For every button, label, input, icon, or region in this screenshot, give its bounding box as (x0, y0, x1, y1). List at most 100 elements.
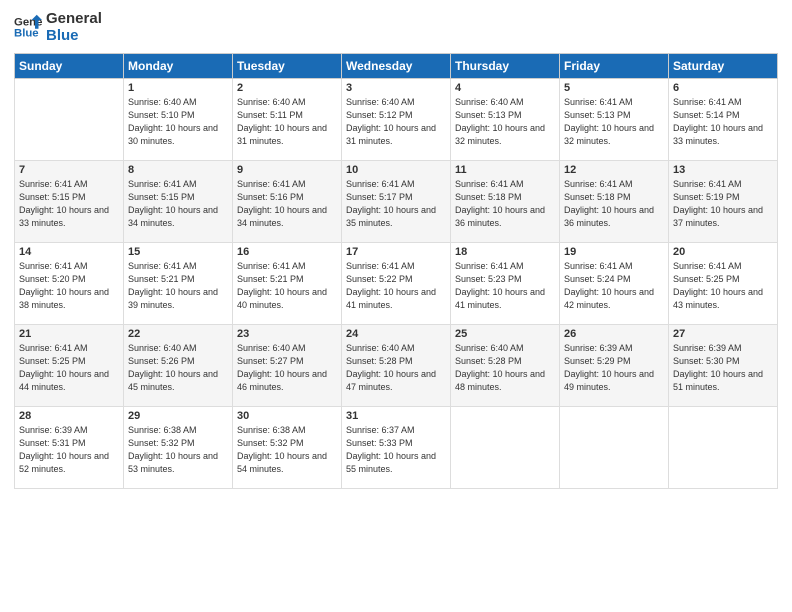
cell-1-5: 12 Sunrise: 6:41 AM Sunset: 5:18 PM Dayl… (560, 160, 669, 242)
col-tuesday: Tuesday (233, 53, 342, 78)
day-number: 11 (455, 164, 555, 176)
cell-0-5: 5 Sunrise: 6:41 AM Sunset: 5:13 PM Dayli… (560, 78, 669, 160)
cell-4-6 (669, 406, 778, 488)
cell-3-5: 26 Sunrise: 6:39 AM Sunset: 5:29 PM Dayl… (560, 324, 669, 406)
col-thursday: Thursday (451, 53, 560, 78)
day-info: Sunrise: 6:38 AM Sunset: 5:32 PM Dayligh… (128, 424, 228, 476)
col-saturday: Saturday (669, 53, 778, 78)
main-container: General Blue General Blue Sunday Monday … (0, 0, 792, 497)
svg-text:Blue: Blue (14, 28, 39, 40)
header: General Blue General Blue (14, 10, 778, 45)
cell-1-3: 10 Sunrise: 6:41 AM Sunset: 5:17 PM Dayl… (342, 160, 451, 242)
cell-0-6: 6 Sunrise: 6:41 AM Sunset: 5:14 PM Dayli… (669, 78, 778, 160)
day-info: Sunrise: 6:37 AM Sunset: 5:33 PM Dayligh… (346, 424, 446, 476)
cell-4-2: 30 Sunrise: 6:38 AM Sunset: 5:32 PM Dayl… (233, 406, 342, 488)
day-number: 17 (346, 246, 446, 258)
cell-4-0: 28 Sunrise: 6:39 AM Sunset: 5:31 PM Dayl… (15, 406, 124, 488)
day-number: 25 (455, 328, 555, 340)
day-number: 22 (128, 328, 228, 340)
cell-4-5 (560, 406, 669, 488)
day-info: Sunrise: 6:39 AM Sunset: 5:31 PM Dayligh… (19, 424, 119, 476)
logo-blue: Blue (46, 27, 102, 44)
cell-3-1: 22 Sunrise: 6:40 AM Sunset: 5:26 PM Dayl… (124, 324, 233, 406)
cell-1-4: 11 Sunrise: 6:41 AM Sunset: 5:18 PM Dayl… (451, 160, 560, 242)
day-number: 6 (673, 82, 773, 94)
day-number: 29 (128, 410, 228, 422)
cell-0-1: 1 Sunrise: 6:40 AM Sunset: 5:10 PM Dayli… (124, 78, 233, 160)
day-number: 1 (128, 82, 228, 94)
week-row-0: 1 Sunrise: 6:40 AM Sunset: 5:10 PM Dayli… (15, 78, 778, 160)
day-number: 16 (237, 246, 337, 258)
day-number: 21 (19, 328, 119, 340)
cell-2-6: 20 Sunrise: 6:41 AM Sunset: 5:25 PM Dayl… (669, 242, 778, 324)
cell-0-3: 3 Sunrise: 6:40 AM Sunset: 5:12 PM Dayli… (342, 78, 451, 160)
day-number: 13 (673, 164, 773, 176)
day-number: 18 (455, 246, 555, 258)
cell-1-1: 8 Sunrise: 6:41 AM Sunset: 5:15 PM Dayli… (124, 160, 233, 242)
logo-general: General (46, 10, 102, 27)
cell-1-2: 9 Sunrise: 6:41 AM Sunset: 5:16 PM Dayli… (233, 160, 342, 242)
day-info: Sunrise: 6:41 AM Sunset: 5:22 PM Dayligh… (346, 260, 446, 312)
day-number: 27 (673, 328, 773, 340)
cell-3-4: 25 Sunrise: 6:40 AM Sunset: 5:28 PM Dayl… (451, 324, 560, 406)
col-monday: Monday (124, 53, 233, 78)
cell-0-0 (15, 78, 124, 160)
calendar-body: 1 Sunrise: 6:40 AM Sunset: 5:10 PM Dayli… (15, 78, 778, 488)
day-info: Sunrise: 6:41 AM Sunset: 5:13 PM Dayligh… (564, 96, 664, 148)
day-info: Sunrise: 6:40 AM Sunset: 5:28 PM Dayligh… (455, 342, 555, 394)
cell-2-0: 14 Sunrise: 6:41 AM Sunset: 5:20 PM Dayl… (15, 242, 124, 324)
cell-3-6: 27 Sunrise: 6:39 AM Sunset: 5:30 PM Dayl… (669, 324, 778, 406)
cell-3-3: 24 Sunrise: 6:40 AM Sunset: 5:28 PM Dayl… (342, 324, 451, 406)
header-row: Sunday Monday Tuesday Wednesday Thursday… (15, 53, 778, 78)
day-info: Sunrise: 6:41 AM Sunset: 5:15 PM Dayligh… (19, 178, 119, 230)
week-row-1: 7 Sunrise: 6:41 AM Sunset: 5:15 PM Dayli… (15, 160, 778, 242)
day-info: Sunrise: 6:41 AM Sunset: 5:14 PM Dayligh… (673, 96, 773, 148)
logo: General Blue General Blue (14, 10, 102, 45)
day-info: Sunrise: 6:41 AM Sunset: 5:25 PM Dayligh… (673, 260, 773, 312)
day-info: Sunrise: 6:40 AM Sunset: 5:10 PM Dayligh… (128, 96, 228, 148)
day-info: Sunrise: 6:41 AM Sunset: 5:21 PM Dayligh… (128, 260, 228, 312)
day-number: 23 (237, 328, 337, 340)
cell-0-4: 4 Sunrise: 6:40 AM Sunset: 5:13 PM Dayli… (451, 78, 560, 160)
day-info: Sunrise: 6:40 AM Sunset: 5:28 PM Dayligh… (346, 342, 446, 394)
calendar-table: Sunday Monday Tuesday Wednesday Thursday… (14, 53, 778, 489)
day-number: 31 (346, 410, 446, 422)
day-info: Sunrise: 6:41 AM Sunset: 5:24 PM Dayligh… (564, 260, 664, 312)
day-number: 30 (237, 410, 337, 422)
col-friday: Friday (560, 53, 669, 78)
day-number: 3 (346, 82, 446, 94)
week-row-2: 14 Sunrise: 6:41 AM Sunset: 5:20 PM Dayl… (15, 242, 778, 324)
day-number: 28 (19, 410, 119, 422)
day-number: 15 (128, 246, 228, 258)
cell-2-3: 17 Sunrise: 6:41 AM Sunset: 5:22 PM Dayl… (342, 242, 451, 324)
col-wednesday: Wednesday (342, 53, 451, 78)
day-number: 14 (19, 246, 119, 258)
cell-2-5: 19 Sunrise: 6:41 AM Sunset: 5:24 PM Dayl… (560, 242, 669, 324)
day-info: Sunrise: 6:41 AM Sunset: 5:19 PM Dayligh… (673, 178, 773, 230)
cell-4-1: 29 Sunrise: 6:38 AM Sunset: 5:32 PM Dayl… (124, 406, 233, 488)
week-row-3: 21 Sunrise: 6:41 AM Sunset: 5:25 PM Dayl… (15, 324, 778, 406)
cell-2-2: 16 Sunrise: 6:41 AM Sunset: 5:21 PM Dayl… (233, 242, 342, 324)
day-info: Sunrise: 6:40 AM Sunset: 5:26 PM Dayligh… (128, 342, 228, 394)
day-info: Sunrise: 6:41 AM Sunset: 5:18 PM Dayligh… (455, 178, 555, 230)
cell-3-2: 23 Sunrise: 6:40 AM Sunset: 5:27 PM Dayl… (233, 324, 342, 406)
cell-2-4: 18 Sunrise: 6:41 AM Sunset: 5:23 PM Dayl… (451, 242, 560, 324)
day-number: 26 (564, 328, 664, 340)
cell-1-0: 7 Sunrise: 6:41 AM Sunset: 5:15 PM Dayli… (15, 160, 124, 242)
logo-icon: General Blue (14, 13, 42, 41)
day-info: Sunrise: 6:41 AM Sunset: 5:25 PM Dayligh… (19, 342, 119, 394)
day-number: 19 (564, 246, 664, 258)
day-number: 20 (673, 246, 773, 258)
cell-2-1: 15 Sunrise: 6:41 AM Sunset: 5:21 PM Dayl… (124, 242, 233, 324)
day-info: Sunrise: 6:41 AM Sunset: 5:18 PM Dayligh… (564, 178, 664, 230)
cell-3-0: 21 Sunrise: 6:41 AM Sunset: 5:25 PM Dayl… (15, 324, 124, 406)
cell-0-2: 2 Sunrise: 6:40 AM Sunset: 5:11 PM Dayli… (233, 78, 342, 160)
day-number: 7 (19, 164, 119, 176)
week-row-4: 28 Sunrise: 6:39 AM Sunset: 5:31 PM Dayl… (15, 406, 778, 488)
day-number: 9 (237, 164, 337, 176)
day-info: Sunrise: 6:41 AM Sunset: 5:20 PM Dayligh… (19, 260, 119, 312)
day-info: Sunrise: 6:38 AM Sunset: 5:32 PM Dayligh… (237, 424, 337, 476)
day-info: Sunrise: 6:41 AM Sunset: 5:15 PM Dayligh… (128, 178, 228, 230)
day-number: 10 (346, 164, 446, 176)
day-number: 24 (346, 328, 446, 340)
